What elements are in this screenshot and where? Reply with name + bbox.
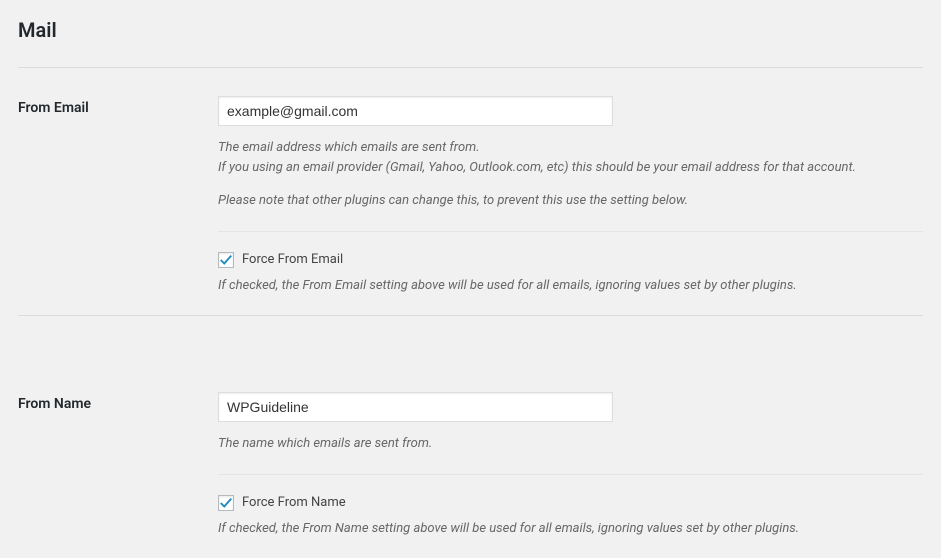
force-from-email-desc: If checked, the From Email setting above…: [218, 276, 923, 296]
checkbox-icon: [218, 252, 234, 268]
force-from-name-checkbox[interactable]: Force From Name: [218, 495, 923, 511]
force-from-email-checkbox[interactable]: Force From Email: [218, 252, 923, 268]
from-name-input[interactable]: [218, 392, 613, 422]
from-name-label: From Name: [18, 364, 218, 558]
from-name-desc: The name which emails are sent from.: [218, 434, 923, 454]
from-email-input[interactable]: [218, 96, 613, 126]
from-email-label: From Email: [18, 68, 218, 316]
force-from-name-block: Force From Name If checked, the From Nam…: [218, 495, 923, 539]
force-from-email-label: Force From Email: [242, 252, 343, 267]
from-email-desc-1: The email address which emails are sent …: [218, 138, 923, 177]
from-name-row: From Name The name which emails are sent…: [18, 364, 923, 558]
force-from-email-block: Force From Email If checked, the From Em…: [218, 252, 923, 296]
from-email-input-block: The email address which emails are sent …: [218, 96, 923, 232]
from-name-input-block: The name which emails are sent from.: [218, 392, 923, 475]
checkbox-icon: [218, 495, 234, 511]
settings-table: From Email The email address which email…: [18, 68, 923, 558]
section-title: Mail: [18, 18, 923, 68]
force-from-name-desc: If checked, the From Name setting above …: [218, 519, 923, 539]
from-email-row: From Email The email address which email…: [18, 68, 923, 316]
force-from-name-label: Force From Name: [242, 495, 346, 510]
from-email-desc-2: Please note that other plugins can chang…: [218, 191, 923, 211]
